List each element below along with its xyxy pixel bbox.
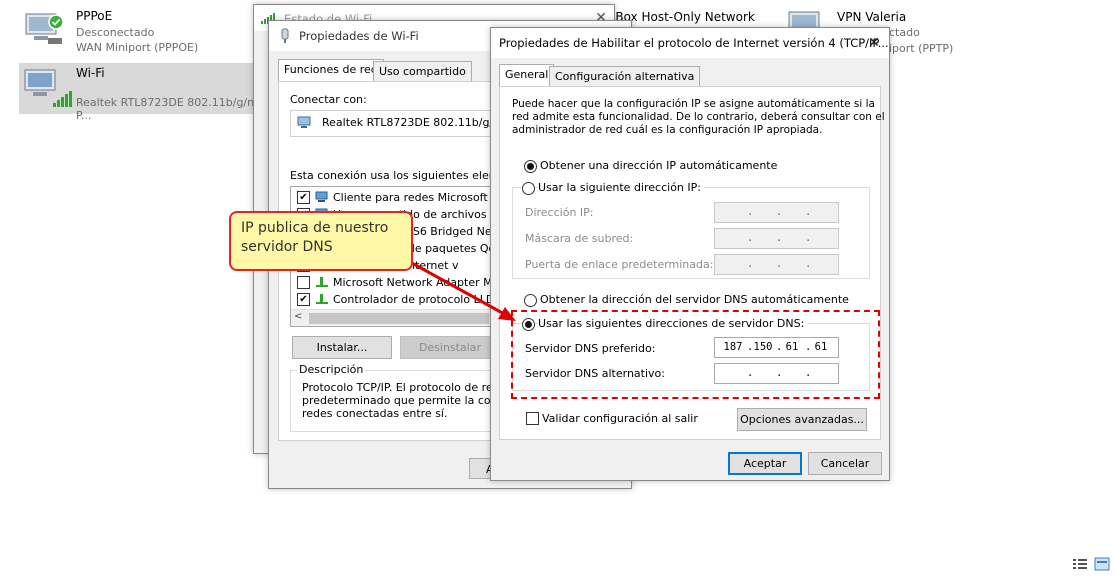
annotation-arrow <box>391 250 516 321</box>
annotation-callout: IP publica de nuestro servidor DNS <box>229 211 413 271</box>
callout-line: IP publica de nuestro <box>241 220 389 236</box>
callout-line: servidor DNS <box>241 239 333 255</box>
